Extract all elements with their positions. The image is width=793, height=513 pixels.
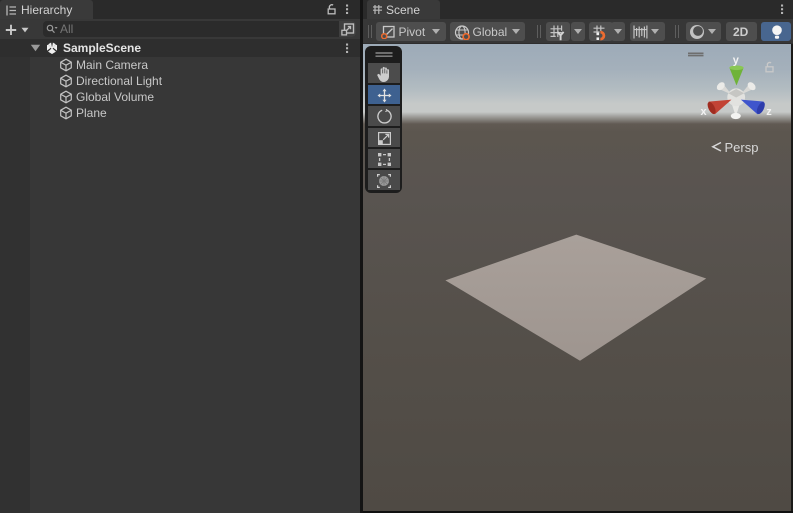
svg-text:Persp: Persp	[725, 140, 759, 155]
svg-text:y: y	[733, 55, 740, 67]
svg-text:z: z	[766, 106, 772, 118]
svg-text:x: x	[700, 106, 707, 118]
